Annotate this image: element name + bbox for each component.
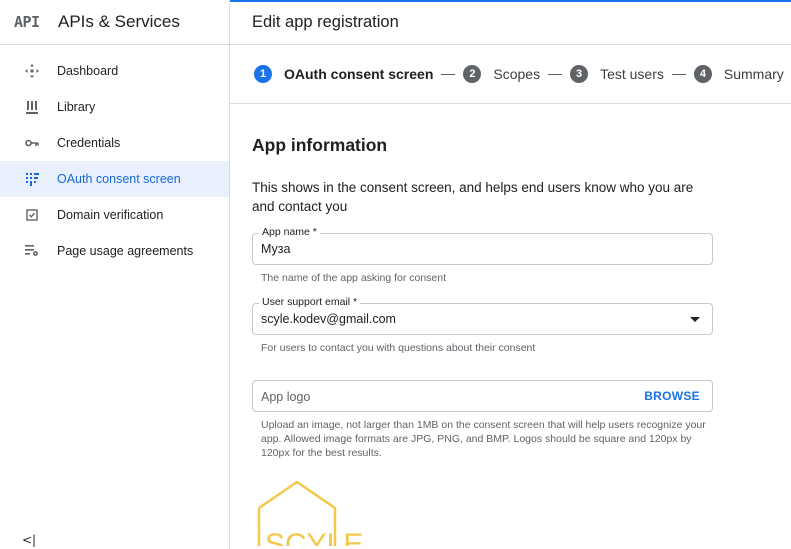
sidebar-item-label: Library <box>57 100 96 114</box>
sidebar-item-label: Domain verification <box>57 208 164 222</box>
step-number: 4 <box>693 65 712 83</box>
sidebar-item-label: Page usage agreements <box>57 244 194 258</box>
support-email-label: User support email * <box>259 296 361 308</box>
support-email-hint: For users to contact you with questions … <box>261 342 536 354</box>
section-description: This shows in the consent screen, and he… <box>252 180 694 214</box>
step-label: Test users <box>600 66 664 82</box>
app-logo-hint: Upload an image, not larger than 1MB on … <box>261 419 706 459</box>
api-logo[interactable]: API <box>14 13 44 31</box>
sidebar-nav: Dashboard Library Credentials OAuth cons… <box>0 53 229 269</box>
product-title[interactable]: APIs & Services <box>58 12 180 32</box>
support-email-value[interactable]: scyle.kodev@gmail.com <box>261 312 396 326</box>
consent-icon <box>20 172 44 186</box>
step-connector <box>671 73 686 75</box>
step-number: 1 <box>254 65 272 83</box>
step-label: Scopes <box>493 66 541 82</box>
step-connector <box>548 73 563 75</box>
collapse-left-icon[interactable]: <| <box>22 533 36 547</box>
sidebar-header: API APIs & Services <box>0 0 229 45</box>
step-test-users[interactable]: 3 Test users <box>570 65 664 83</box>
section-title: App information <box>252 135 388 155</box>
step-connector <box>441 73 456 75</box>
sidebar-item-page-usage-agreements[interactable]: Page usage agreements <box>0 233 229 269</box>
stepper: 1 OAuth consent screen 2 Scopes 3 Test u… <box>230 45 791 104</box>
sidebar-item-library[interactable]: Library <box>0 89 229 125</box>
page-title: Edit app registration <box>252 12 399 31</box>
sidebar-item-label: OAuth consent screen <box>57 172 181 186</box>
form-content: App information This shows in the consen… <box>230 135 791 546</box>
sidebar-item-label: Credentials <box>57 136 121 150</box>
step-number: 2 <box>463 65 482 83</box>
step-number: 3 <box>570 65 589 83</box>
sidebar-item-oauth-consent-screen[interactable]: OAuth consent screen <box>0 161 229 197</box>
settings-list-icon <box>20 245 44 257</box>
step-label: OAuth consent screen <box>284 66 434 82</box>
sidebar-item-label: Dashboard <box>57 64 119 78</box>
main-header: Edit app registration <box>230 0 791 45</box>
dashboard-icon <box>20 64 44 78</box>
key-icon <box>20 138 44 148</box>
dropdown-arrow-icon[interactable] <box>690 317 700 322</box>
step-summary[interactable]: 4 Summary <box>693 65 784 83</box>
sidebar: API APIs & Services Dashboard Library Cr… <box>0 0 230 549</box>
browse-button[interactable]: BROWSE <box>644 389 700 403</box>
sidebar-item-domain-verification[interactable]: Domain verification <box>0 197 229 233</box>
sidebar-item-credentials[interactable]: Credentials <box>0 125 229 161</box>
library-icon <box>20 100 44 114</box>
app-name-field[interactable]: App name * Муза <box>252 226 713 265</box>
sidebar-item-dashboard[interactable]: Dashboard <box>0 53 229 89</box>
logo-preview-text: SCYLE <box>265 528 363 546</box>
app-name-label: App name * <box>259 226 320 238</box>
app-name-value[interactable]: Муза <box>261 242 291 256</box>
step-oauth-consent-screen[interactable]: 1 OAuth consent screen <box>254 65 433 83</box>
app-logo-placeholder: App logo <box>261 390 311 404</box>
app-logo-field[interactable]: App logo BROWSE <box>252 380 713 412</box>
main-content: Edit app registration 1 OAuth consent sc… <box>230 0 791 549</box>
app-name-hint: The name of the app asking for consent <box>261 272 447 284</box>
support-email-select[interactable]: User support email * scyle.kodev@gmail.c… <box>252 296 713 335</box>
checkbox-icon <box>20 209 44 221</box>
step-label: Summary <box>723 66 784 82</box>
app-logo-preview: SCYLE <box>257 480 377 546</box>
step-scopes[interactable]: 2 Scopes <box>463 65 540 83</box>
